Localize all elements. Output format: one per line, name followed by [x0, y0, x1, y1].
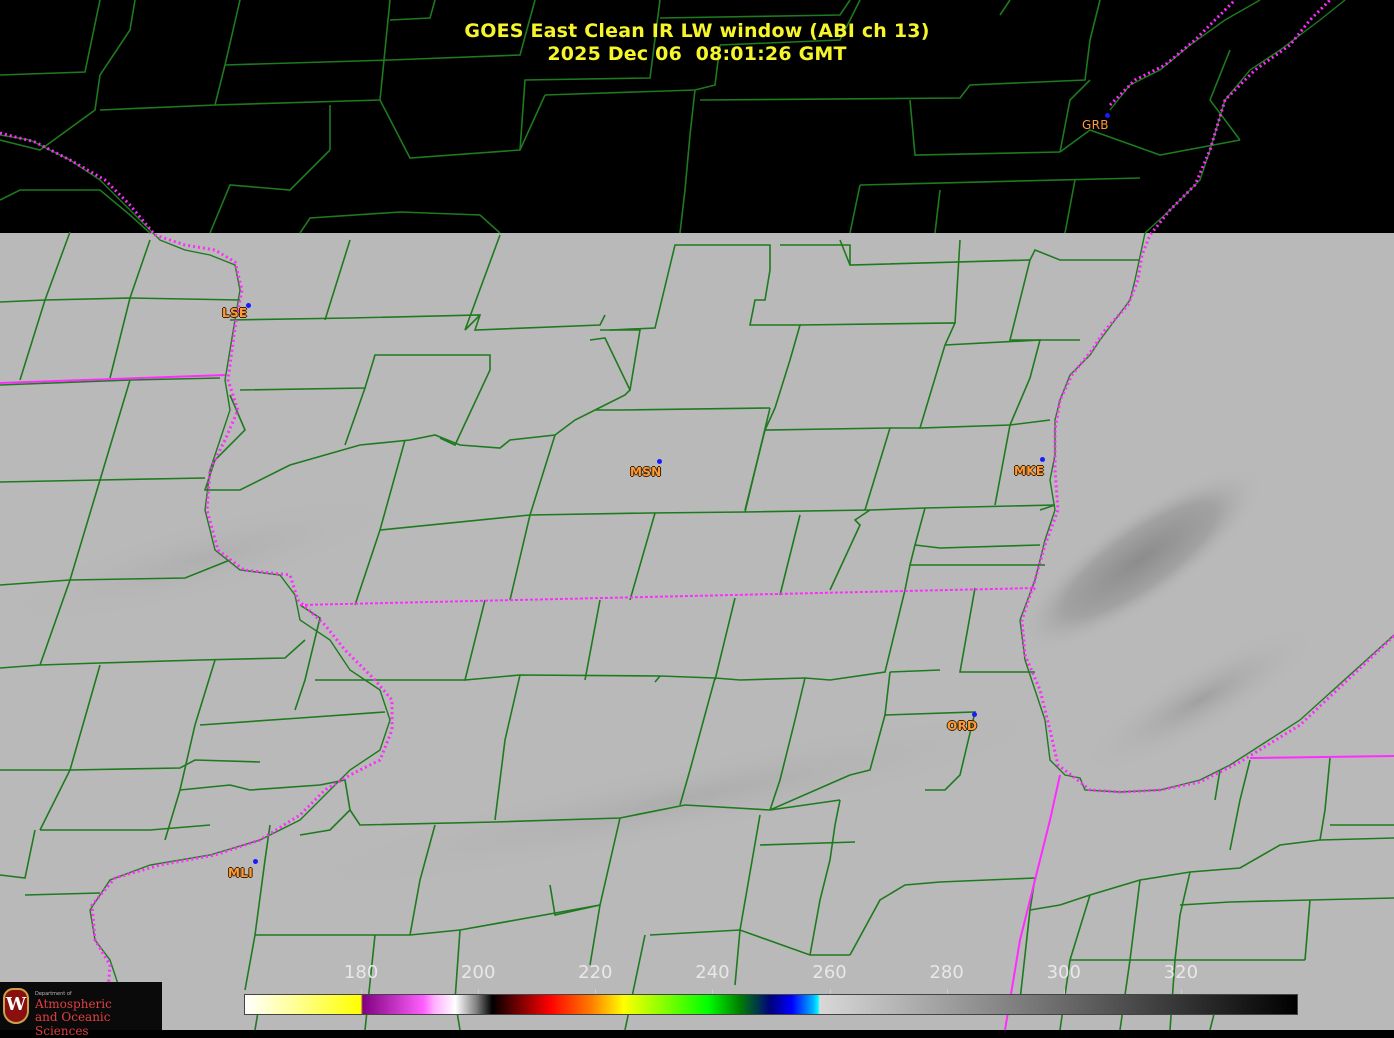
ir-imagery — [0, 233, 1394, 1030]
colorbar-tick-label: 260 — [812, 962, 847, 983]
colorbar-tick-label: 180 — [343, 962, 379, 983]
colorbar-tick-label: 200 — [461, 962, 496, 983]
colorbar-tick-label: 240 — [695, 962, 730, 983]
station-label-grb: GRB — [1082, 118, 1109, 132]
satellite-map — [0, 0, 1394, 1030]
colorbar-tick-label: 300 — [1046, 962, 1081, 983]
colorbar-tick-label: 220 — [578, 962, 613, 983]
map-title: GOES East Clean IR LW window (ABI ch 13)… — [0, 20, 1394, 66]
station-label-lse: LSE — [222, 306, 248, 320]
station-dot-ord — [972, 712, 977, 717]
logo-line-1: Atmospheric — [35, 997, 112, 1011]
uw-crest-icon: W — [3, 988, 29, 1024]
colorbar-tick-label: 320 — [1163, 962, 1199, 983]
aos-logo: W Department of Atmospheric and Oceanic … — [0, 982, 162, 1038]
title-line-2: 2025 Dec 06 08:01:26 GMT — [547, 43, 847, 65]
station-dot-mli — [253, 859, 258, 864]
station-label-mli: MLI — [228, 866, 253, 880]
station-label-msn: MSN — [630, 465, 662, 479]
colorbar-tick-label: 280 — [929, 962, 964, 983]
colorbar — [244, 994, 1298, 1015]
title-line-1: GOES East Clean IR LW window (ABI ch 13) — [464, 20, 930, 42]
logo-line-2: and Oceanic Sciences — [35, 1010, 111, 1038]
station-label-mke: MKE — [1014, 464, 1045, 478]
station-dot-msn — [657, 459, 662, 464]
station-label-ord: ORD — [947, 719, 978, 733]
station-dot-mke — [1040, 457, 1045, 462]
